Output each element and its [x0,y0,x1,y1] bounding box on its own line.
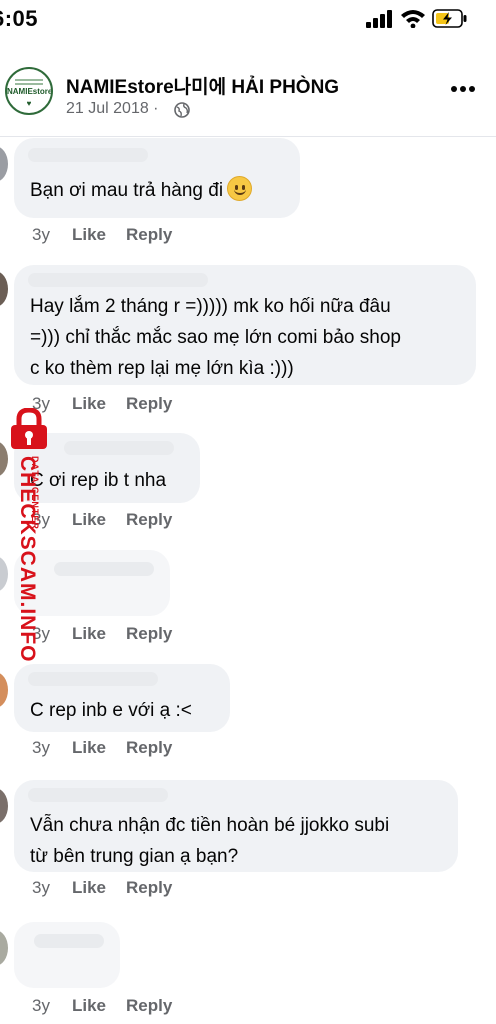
author-name[interactable] [28,672,158,686]
like-button[interactable]: Like [72,996,106,1016]
comment-time[interactable]: 3y [32,738,50,758]
globe-icon [174,102,190,118]
reply-button[interactable]: Reply [126,738,172,758]
comment-actions: 3y Like Reply [32,996,172,1016]
author-name[interactable] [34,934,104,948]
comment-text: Hay lắm 2 tháng r =))))) mk ko hối nữa đ… [30,296,401,379]
page-name[interactable]: NAMIEstore나미에 HẢI PHÒNG [66,72,339,99]
page-avatar[interactable]: NAMIEstore ♥ [5,67,53,115]
watermark-subtitle: DATA CENTER [30,456,40,530]
signal-icon [366,10,392,28]
comment-actions: 3y Like Reply [32,738,172,758]
like-button[interactable]: Like [72,394,106,414]
comment-text: Bạn ơi mau trả hàng đi [30,175,253,206]
header-divider [0,136,496,137]
comment-time[interactable]: 3y [32,225,50,245]
reply-button[interactable]: Reply [126,394,172,414]
comment-bubble: Bạn ơi mau trả hàng đi [14,138,300,218]
status-time: 6:05 [0,6,39,31]
post-header: NAMIEstore ♥ NAMIEstore나미에 HẢI PHÒNG 21 … [0,55,496,135]
like-button[interactable]: Like [72,738,106,758]
author-name[interactable] [28,148,148,162]
reply-button[interactable]: Reply [126,996,172,1016]
comment-bubble: C rep inb e với ạ :< [14,664,230,732]
avatar[interactable] [0,788,8,824]
like-button[interactable]: Like [72,225,106,245]
battery-charging-icon [432,9,467,28]
avatar-line [15,79,43,81]
comment-bubble [14,922,120,988]
post-date[interactable]: 21 Jul 2018 · [66,100,159,118]
avatar[interactable] [0,930,8,966]
avatar-logo-text: NAMIEstore [7,87,53,96]
reply-button[interactable]: Reply [126,878,172,898]
author-name[interactable] [28,273,208,287]
avatar[interactable] [0,271,8,307]
status-bar: 6:05 [0,0,496,40]
like-button[interactable]: Like [72,878,106,898]
comment-time[interactable]: 3y [32,996,50,1016]
reply-button[interactable]: Reply [126,225,172,245]
watermark: CHECKSCAM.INFO DATA CENTER [0,408,56,663]
comment-actions: 3y Like Reply [32,878,172,898]
lock-icon [11,408,47,449]
more-horizontal-icon[interactable] [450,85,476,93]
slightly-smiling-face-icon [227,176,253,201]
author-name[interactable] [54,562,154,576]
comment-time[interactable]: 3y [32,878,50,898]
comment-bubble: Vẫn chưa nhận đc tiền hoàn bé jjokko sub… [14,780,458,872]
avatar-line [15,83,43,85]
reply-button[interactable]: Reply [126,510,172,530]
heart-icon: ♥ [26,99,32,108]
author-name[interactable] [64,441,174,455]
comment-text: Vẫn chưa nhận đc tiền hoàn bé jjokko sub… [30,815,390,867]
comment-actions: 3y Like Reply [32,225,172,245]
avatar[interactable] [0,146,8,182]
comment-bubble: Hay lắm 2 tháng r =))))) mk ko hối nữa đ… [14,265,476,385]
wifi-icon [401,10,425,28]
like-button[interactable]: Like [72,510,106,530]
author-name[interactable] [28,788,168,802]
like-button[interactable]: Like [72,624,106,644]
reply-button[interactable]: Reply [126,624,172,644]
comment-text: C rep inb e với ạ :< [30,700,192,721]
avatar[interactable] [0,672,8,708]
